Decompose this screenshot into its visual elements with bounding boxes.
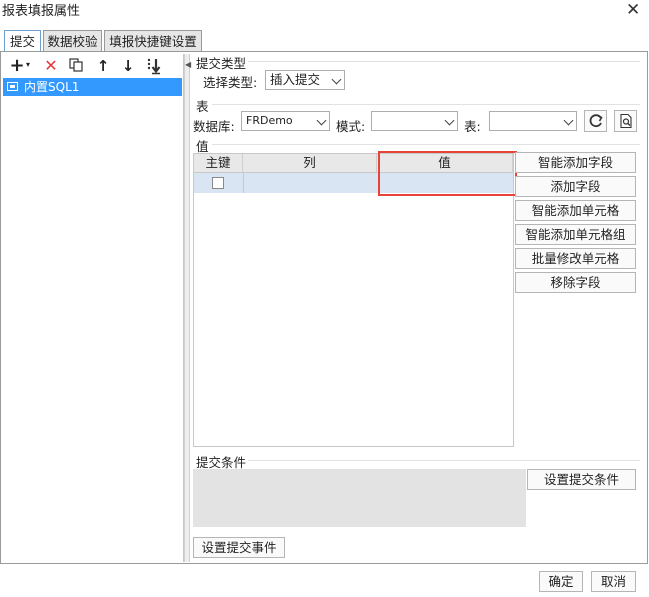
move-bottom-icon[interactable] bbox=[145, 57, 163, 75]
move-up-icon[interactable]: ↑ bbox=[94, 57, 112, 75]
submit-type-value: 插入提交 bbox=[270, 72, 321, 87]
database-label: 数据库: bbox=[193, 119, 235, 134]
tree-item-sql1[interactable]: 内置SQL1 bbox=[3, 78, 182, 96]
refresh-button[interactable] bbox=[584, 110, 607, 132]
database-select[interactable]: FRDemo bbox=[241, 111, 330, 131]
set-condition-button[interactable]: 设置提交条件 bbox=[527, 469, 636, 490]
add-dropdown-icon[interactable]: ▾ bbox=[26, 60, 30, 69]
column-header-key[interactable]: 主键 bbox=[194, 154, 243, 173]
refresh-icon bbox=[589, 114, 603, 128]
divider bbox=[248, 61, 640, 62]
divider bbox=[212, 104, 640, 105]
sql-list-panel bbox=[3, 54, 184, 562]
divider bbox=[248, 460, 640, 461]
column-header-column[interactable]: 列 bbox=[243, 154, 377, 173]
add-icon[interactable]: + bbox=[8, 57, 26, 75]
field-grid: 主键 列 值 bbox=[193, 153, 514, 447]
preview-table-button[interactable] bbox=[614, 110, 637, 132]
tab-data-validation[interactable]: 数据校验 bbox=[43, 30, 102, 51]
tree-item-label: 内置SQL1 bbox=[24, 80, 80, 94]
sql-icon bbox=[7, 82, 18, 91]
divider bbox=[212, 144, 640, 145]
add-field-button[interactable]: 添加字段 bbox=[515, 176, 636, 197]
condition-display bbox=[193, 469, 526, 527]
table-label: 表: bbox=[464, 119, 481, 134]
close-icon[interactable]: ✕ bbox=[626, 0, 640, 20]
table-section: 表 bbox=[196, 99, 209, 114]
collapse-arrow-icon[interactable]: ◀ bbox=[185, 60, 191, 69]
smart-add-fields-button[interactable]: 智能添加字段 bbox=[515, 152, 636, 173]
cancel-button[interactable]: 取消 bbox=[591, 571, 636, 592]
remove-field-button[interactable]: 移除字段 bbox=[515, 272, 636, 293]
submit-type-select[interactable]: 插入提交 bbox=[265, 70, 345, 90]
chevron-down-icon bbox=[316, 115, 327, 126]
copy-icon[interactable] bbox=[67, 57, 85, 75]
schema-select[interactable] bbox=[371, 111, 458, 131]
chevron-down-icon bbox=[331, 74, 342, 85]
ok-button[interactable]: 确定 bbox=[539, 571, 583, 592]
smart-add-cell-group-button[interactable]: 智能添加单元格组 bbox=[515, 224, 636, 245]
select-type-label: 选择类型: bbox=[203, 75, 258, 90]
schema-label: 模式: bbox=[336, 119, 366, 134]
delete-icon[interactable]: ✕ bbox=[42, 57, 60, 75]
window-title: 报表填报属性 bbox=[2, 4, 81, 19]
set-submit-event-button[interactable]: 设置提交事件 bbox=[193, 537, 285, 558]
tab-submit[interactable]: 提交 bbox=[4, 30, 41, 52]
smart-add-cells-button[interactable]: 智能添加单元格 bbox=[515, 200, 636, 221]
tab-shortcut-settings[interactable]: 填报快捷键设置 bbox=[104, 30, 202, 51]
primary-key-checkbox[interactable] bbox=[212, 177, 224, 189]
panel-splitter[interactable]: ◀ bbox=[184, 54, 191, 562]
move-down-icon[interactable]: ↓ bbox=[119, 57, 137, 75]
batch-modify-cells-button[interactable]: 批量修改单元格 bbox=[515, 248, 636, 269]
submit-type-section: 提交类型 bbox=[196, 56, 247, 71]
preview-icon bbox=[619, 113, 632, 129]
column-cell[interactable] bbox=[244, 173, 377, 193]
table-select[interactable] bbox=[489, 111, 577, 131]
database-value: FRDemo bbox=[246, 114, 293, 127]
chevron-down-icon bbox=[563, 115, 574, 126]
value-column-highlight bbox=[378, 151, 517, 196]
chevron-down-icon bbox=[444, 115, 455, 126]
